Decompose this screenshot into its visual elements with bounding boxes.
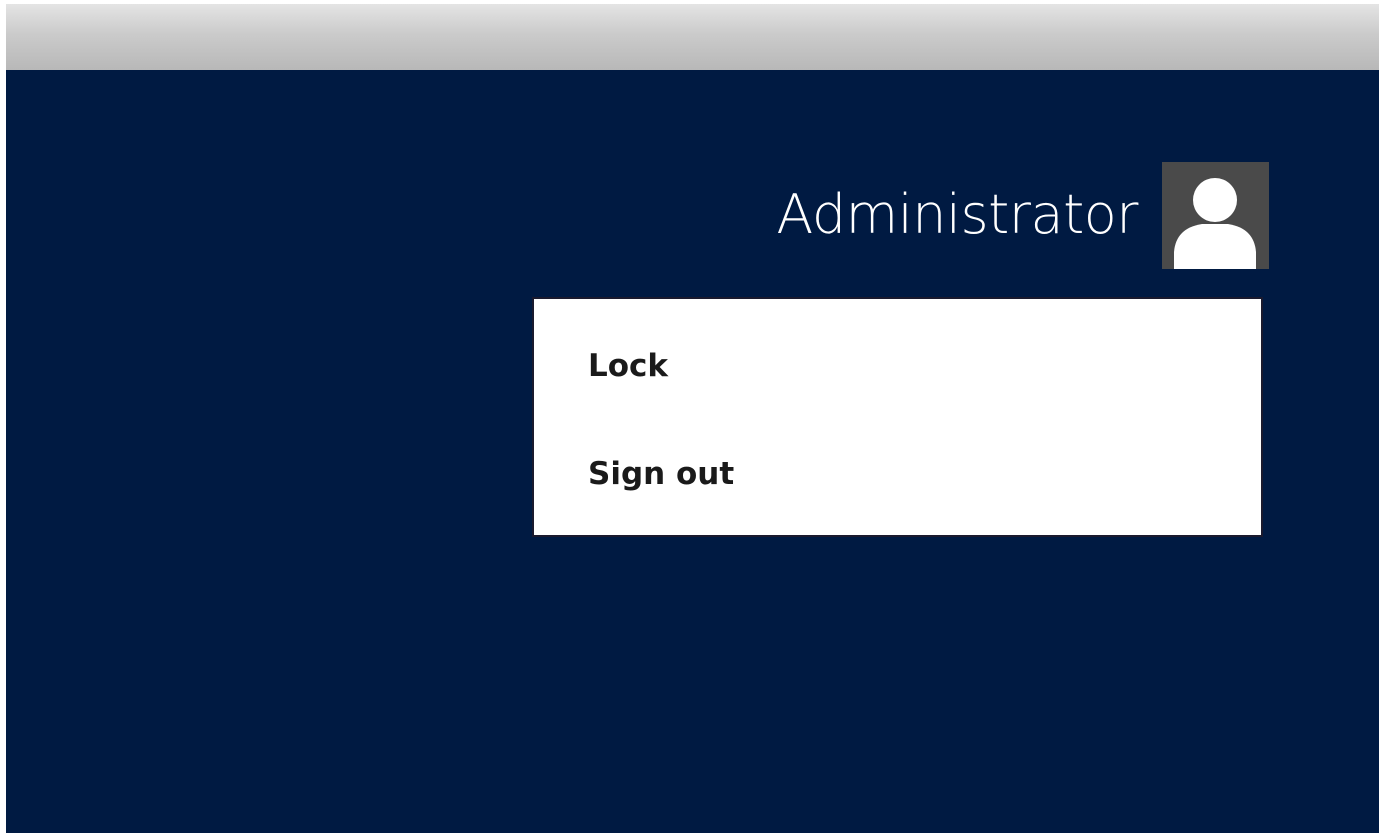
window-top-bar	[6, 4, 1379, 70]
user-silhouette-icon	[1174, 177, 1256, 269]
avatar[interactable]	[1162, 161, 1269, 269]
user-name: Administrator	[776, 183, 1138, 246]
sign-out-menu-item[interactable]: Sign out	[588, 459, 734, 490]
screen-frame: Administrator Lock Sign out	[0, 0, 1385, 833]
user-menu: Lock Sign out	[532, 297, 1263, 537]
user-account-header[interactable]: Administrator	[776, 161, 1269, 269]
lock-menu-item[interactable]: Lock	[588, 351, 668, 382]
